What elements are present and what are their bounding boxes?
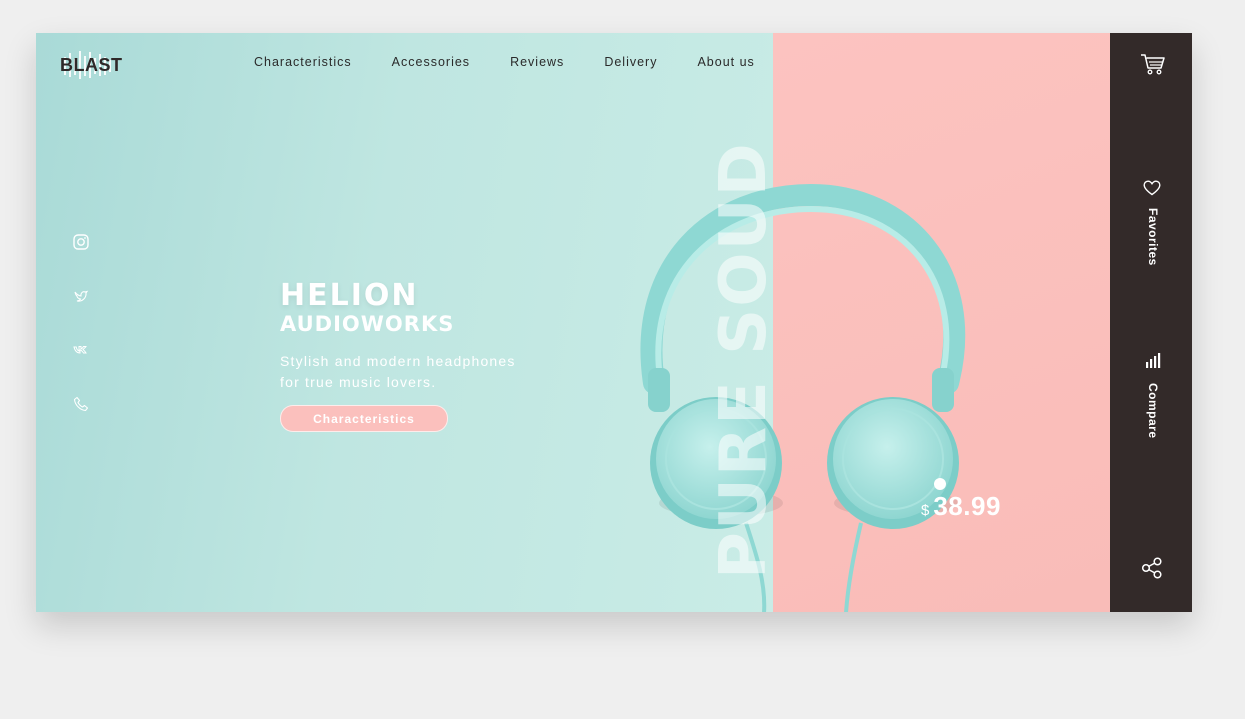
price-currency: $ — [921, 502, 930, 519]
page-frame: BLAST Characteristics Accessories Review… — [36, 33, 1192, 612]
instagram-icon[interactable] — [72, 233, 90, 251]
price-tag: $38.99 — [921, 491, 1001, 522]
vertical-slogan: PURE SOUD — [707, 141, 781, 579]
main-nav: Characteristics Accessories Reviews Deli… — [254, 55, 795, 69]
heart-icon — [1143, 180, 1161, 196]
headphones-illustration — [640, 183, 966, 612]
vk-icon[interactable] — [72, 341, 90, 359]
cart-icon[interactable] — [1140, 52, 1166, 76]
share-icon[interactable] — [1141, 557, 1163, 579]
hero-description: Stylish and modern headphones for true m… — [280, 353, 516, 390]
characteristics-button[interactable]: Characteristics — [280, 405, 448, 432]
nav-item-reviews[interactable]: Reviews — [510, 55, 564, 69]
nav-item-delivery[interactable]: Delivery — [604, 55, 657, 69]
compare-label: Compare — [1146, 383, 1160, 439]
twitter-icon[interactable] — [72, 287, 90, 305]
hero-section: HELION AUDIOWORKS Stylish and modern hea… — [280, 281, 540, 432]
nav-item-accessories[interactable]: Accessories — [392, 55, 470, 69]
hero-subtitle: AUDIOWORKS — [280, 312, 455, 336]
bar-chart-icon — [1146, 353, 1161, 368]
right-sidebar: Favorites Compare — [1110, 33, 1192, 612]
social-links — [72, 233, 90, 449]
nav-item-characteristics[interactable]: Characteristics — [254, 55, 352, 69]
hero-title: HELION — [280, 278, 419, 313]
logo-text: BLAST — [60, 55, 123, 75]
price-amount: 38.99 — [933, 491, 1001, 521]
phone-icon[interactable] — [72, 395, 90, 413]
favorites-label: Favorites — [1146, 208, 1160, 266]
nav-item-about-us[interactable]: About us — [697, 55, 754, 69]
